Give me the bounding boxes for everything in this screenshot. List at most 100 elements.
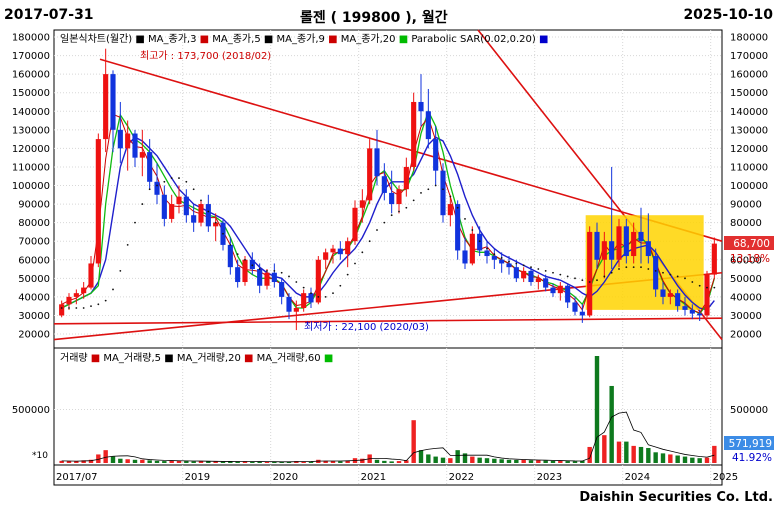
volume-bar[interactable]: [514, 460, 519, 463]
candle-body[interactable]: [66, 296, 72, 305]
volume-bar[interactable]: [638, 446, 644, 463]
volume-bar[interactable]: [646, 448, 651, 463]
candle-body[interactable]: [638, 231, 644, 242]
volume-bar[interactable]: [536, 460, 541, 463]
volume-bar[interactable]: [653, 452, 658, 463]
volume-bar[interactable]: [440, 457, 446, 463]
candle-body[interactable]: [411, 101, 417, 167]
volume-bar[interactable]: [521, 459, 526, 463]
candle-body[interactable]: [154, 181, 160, 195]
volume-bar[interactable]: [594, 356, 600, 463]
volume-bar[interactable]: [624, 441, 629, 463]
candle-body[interactable]: [543, 278, 549, 288]
volume-bar[interactable]: [198, 461, 204, 463]
candle-body[interactable]: [689, 309, 695, 314]
volume-bar[interactable]: [558, 460, 563, 463]
candle-body[interactable]: [132, 133, 138, 158]
candle-body[interactable]: [249, 259, 255, 270]
volume-bar[interactable]: [382, 460, 387, 463]
volume-bar[interactable]: [484, 458, 490, 463]
candle-body[interactable]: [345, 241, 351, 255]
volume-bar[interactable]: [528, 460, 534, 463]
volume-bar[interactable]: [154, 460, 160, 463]
candle-body[interactable]: [535, 278, 541, 283]
volume-bar[interactable]: [74, 461, 79, 463]
candle-body[interactable]: [337, 248, 343, 255]
candle-body[interactable]: [103, 74, 109, 140]
candle-body[interactable]: [323, 252, 329, 260]
candle-body[interactable]: [374, 148, 380, 177]
candle-body[interactable]: [227, 244, 233, 268]
volume-bar[interactable]: [697, 458, 702, 463]
volume-bar[interactable]: [257, 461, 262, 463]
candle-body[interactable]: [631, 231, 637, 257]
candle-body[interactable]: [433, 139, 439, 171]
candle-body[interactable]: [697, 313, 703, 316]
volume-bar[interactable]: [550, 460, 556, 463]
candle-body[interactable]: [440, 170, 446, 216]
volume-bar[interactable]: [426, 454, 431, 463]
volume-bar[interactable]: [169, 460, 174, 463]
volume-bar[interactable]: [118, 458, 123, 463]
candle-body[interactable]: [396, 189, 402, 205]
volume-bar[interactable]: [374, 459, 380, 463]
candle-body[interactable]: [711, 243, 717, 275]
candle-body[interactable]: [169, 204, 175, 219]
volume-bar[interactable]: [411, 420, 416, 463]
candle-body[interactable]: [521, 270, 527, 279]
candle-body[interactable]: [455, 204, 461, 251]
candle-body[interactable]: [359, 200, 365, 208]
candle-body[interactable]: [367, 148, 373, 201]
volume-bar[interactable]: [499, 459, 504, 463]
candle-body[interactable]: [257, 269, 263, 286]
candle-body[interactable]: [645, 241, 651, 257]
candle-body[interactable]: [462, 250, 468, 264]
candle-body[interactable]: [279, 282, 285, 297]
candle-body[interactable]: [381, 176, 387, 193]
candle-body[interactable]: [623, 226, 629, 257]
candle-body[interactable]: [587, 231, 593, 316]
candle-body[interactable]: [139, 152, 145, 158]
volume-bar[interactable]: [433, 456, 438, 463]
volume-bar[interactable]: [448, 458, 453, 463]
candle-body[interactable]: [447, 204, 453, 216]
volume-bar[interactable]: [220, 461, 226, 463]
candle-body[interactable]: [653, 256, 659, 290]
volume-bar[interactable]: [132, 459, 138, 463]
candle-body[interactable]: [616, 226, 622, 260]
volume-bar[interactable]: [110, 456, 116, 463]
candle-body[interactable]: [484, 250, 490, 257]
volume-bar[interactable]: [704, 457, 710, 463]
volume-bar[interactable]: [690, 457, 695, 463]
candle-body[interactable]: [286, 296, 292, 312]
candle-body[interactable]: [59, 304, 65, 316]
volume-bar[interactable]: [543, 460, 548, 463]
candle-body[interactable]: [352, 207, 358, 242]
volume-bar[interactable]: [668, 454, 673, 463]
candle-body[interactable]: [389, 192, 395, 205]
volume-bar[interactable]: [389, 461, 394, 463]
candle-body[interactable]: [161, 194, 167, 219]
candle-body[interactable]: [469, 233, 475, 264]
volume-bar[interactable]: [455, 450, 460, 463]
volume-bar[interactable]: [660, 453, 666, 463]
candle-body[interactable]: [147, 152, 153, 182]
volume-bar[interactable]: [602, 435, 607, 463]
volume-panel[interactable]: [53, 347, 723, 466]
candle-body[interactable]: [198, 204, 204, 223]
volume-bar[interactable]: [125, 459, 130, 463]
volume-bar[interactable]: [506, 459, 512, 463]
volume-bar[interactable]: [565, 461, 570, 463]
candle-body[interactable]: [609, 241, 615, 260]
candle-body[interactable]: [675, 293, 681, 307]
candle-body[interactable]: [477, 233, 483, 251]
volume-bar[interactable]: [140, 459, 145, 463]
candle-body[interactable]: [667, 293, 673, 297]
volume-bar[interactable]: [162, 461, 167, 463]
volume-bar[interactable]: [191, 461, 196, 463]
volume-bar[interactable]: [712, 445, 717, 463]
candle-body[interactable]: [125, 133, 131, 149]
volume-bar[interactable]: [631, 445, 636, 463]
candle-body[interactable]: [271, 272, 277, 283]
stock-chart[interactable]: 20000 30000 40000 50000 60000 70000 80000 90000…: [0, 0, 777, 508]
